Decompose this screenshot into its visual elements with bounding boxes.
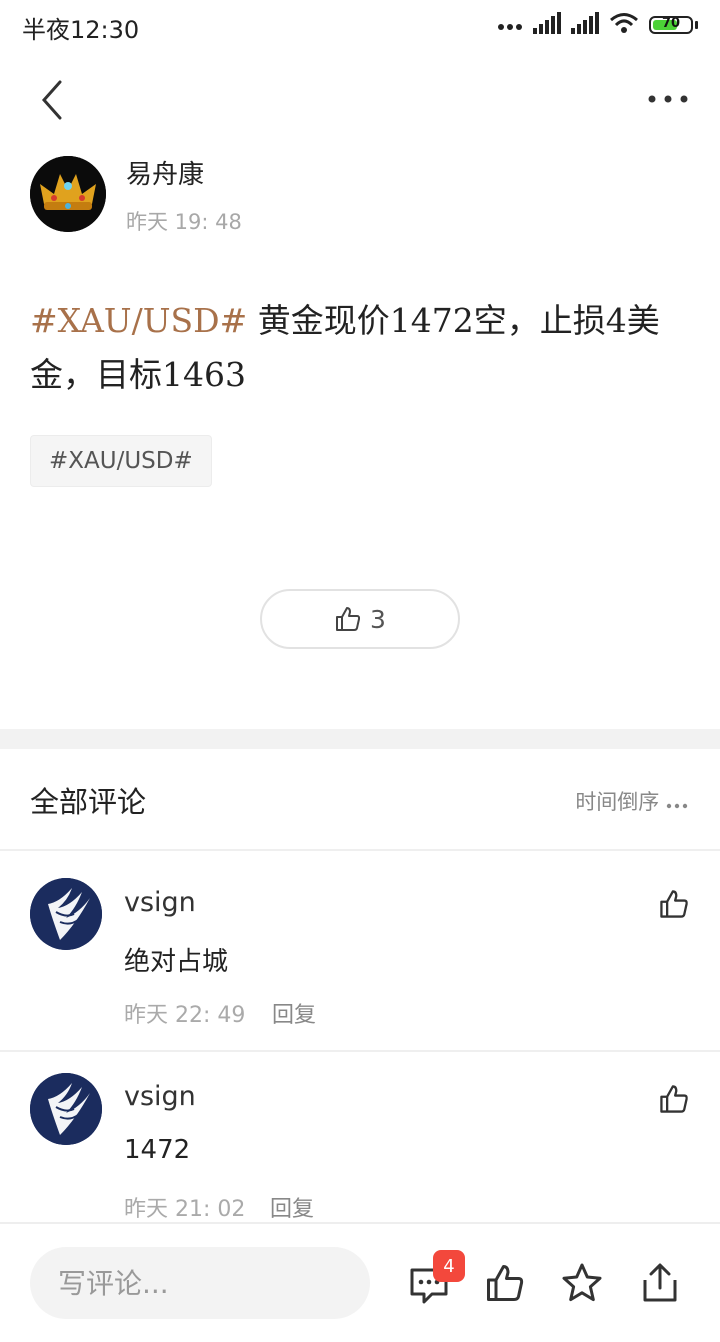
thumbs-up-icon	[660, 890, 688, 918]
comment-count-badge: 4	[433, 1250, 465, 1282]
more-options-button[interactable]	[644, 84, 692, 114]
wifi-icon	[609, 12, 639, 38]
like-button[interactable]	[484, 1262, 526, 1304]
comment-time: 昨天 22: 49	[124, 1003, 246, 1028]
reply-button[interactable]: 回复	[270, 1191, 314, 1223]
battery-level: 70	[661, 16, 681, 31]
comment-avatar[interactable]	[30, 1073, 102, 1145]
author-avatar[interactable]	[30, 156, 106, 232]
back-button[interactable]	[30, 76, 74, 124]
back-arrow-icon	[41, 80, 62, 120]
post-like-button[interactable]: 3	[260, 589, 460, 649]
comment-avatar[interactable]	[30, 878, 102, 950]
battery-cap	[695, 21, 698, 29]
wing-logo-icon	[30, 1073, 102, 1145]
comment-username[interactable]: vsign	[124, 1081, 196, 1112]
post-content: #XAU/USD# 黄金现价1472空，止损4美金，目标1463	[30, 294, 690, 402]
comment-time: 昨天 21: 02	[124, 1197, 246, 1222]
topic-tag[interactable]: #XAU/USD#	[30, 435, 212, 487]
signal-icon-2	[571, 12, 599, 38]
sort-more-icon	[666, 803, 688, 809]
more-notifications-icon	[497, 16, 523, 35]
sort-order-button[interactable]: 时间倒序	[575, 786, 688, 816]
share-button[interactable]	[639, 1262, 681, 1304]
thumbs-up-icon	[487, 1265, 524, 1301]
favorite-button[interactable]	[561, 1262, 603, 1304]
post-hashtag-link[interactable]: #XAU/USD#	[30, 301, 247, 340]
more-dots-icon	[648, 95, 688, 103]
comment-like-button[interactable]	[658, 1083, 690, 1115]
divider	[0, 849, 720, 851]
post-time: 昨天 19: 48	[126, 210, 242, 234]
comment-text: 1472	[124, 1135, 191, 1165]
comments-title: 全部评论	[30, 785, 147, 819]
battery-icon: 70	[649, 16, 693, 34]
thumbs-up-icon	[336, 607, 361, 631]
comment-username[interactable]: vsign	[124, 887, 196, 918]
status-time: 半夜12:30	[22, 16, 140, 44]
thumbs-up-icon	[660, 1085, 688, 1113]
sort-order-label: 时间倒序	[575, 790, 660, 814]
wing-logo-icon	[30, 878, 102, 950]
crown-icon	[30, 156, 106, 232]
post-like-count: 3	[370, 604, 386, 634]
share-icon	[643, 1263, 677, 1302]
comment-text: 绝对占城	[124, 947, 229, 977]
comment-like-button[interactable]	[658, 888, 690, 920]
star-icon	[562, 1263, 602, 1302]
reply-button[interactable]: 回复	[272, 997, 316, 1029]
status-icons: 70	[497, 12, 698, 38]
signal-icon	[533, 12, 561, 38]
author-name[interactable]: 易舟康	[126, 154, 204, 191]
comment-input[interactable]	[30, 1247, 370, 1319]
section-separator	[0, 729, 720, 749]
divider	[0, 1050, 720, 1052]
